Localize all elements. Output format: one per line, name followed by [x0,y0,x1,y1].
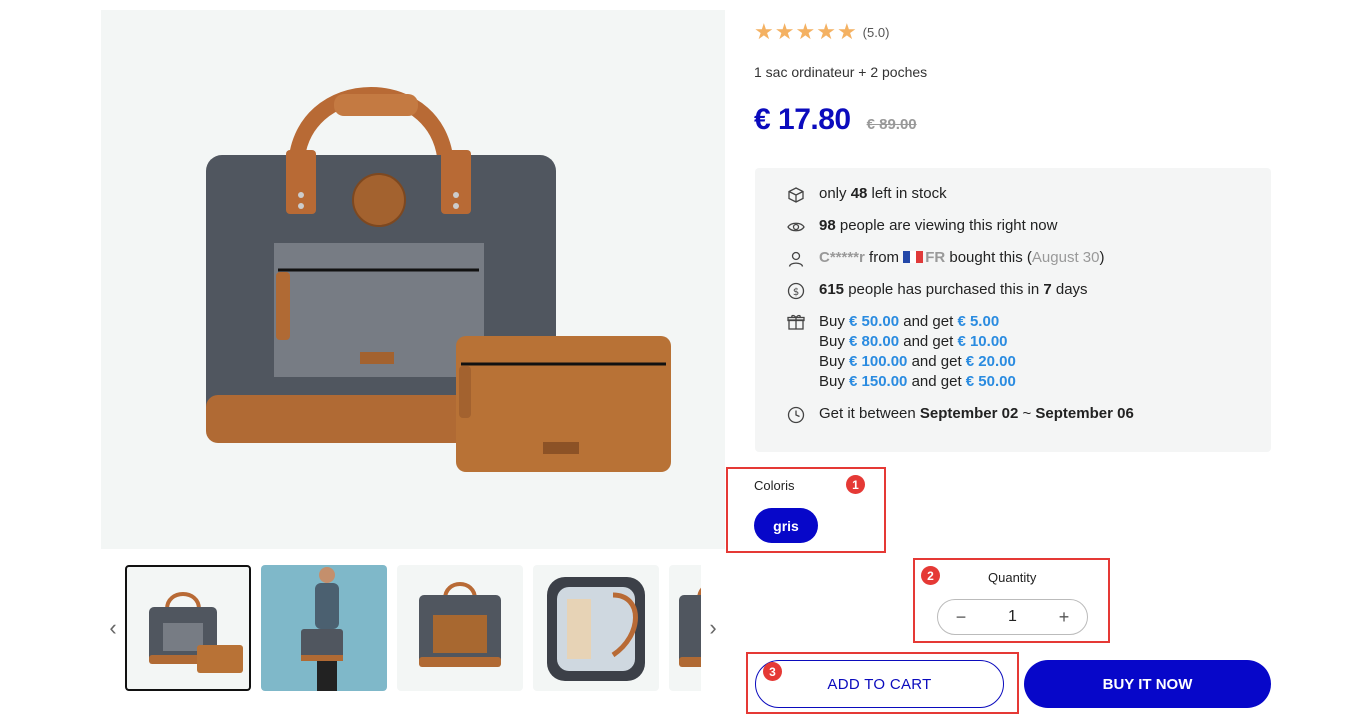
promo-get: and get [907,353,966,370]
stock-count: 48 [850,185,868,202]
variant-option-gris[interactable]: gris [754,508,818,543]
buyer-name: C*****r [819,249,865,266]
purchase-date: August 30 [1031,249,1100,266]
star-icon: ★ [774,19,795,44]
thumbnail-3[interactable] [397,565,523,691]
svg-text:$: $ [793,287,799,298]
promo-amount: € 150.00 [849,373,908,390]
thumbnail-strip: ‹ › [101,565,725,691]
purchased-info: $ 615 people has purchased this in 7 day… [787,281,1088,300]
quantity-stepper: − 1 + [937,599,1088,635]
recent-bought: bought this ( [945,249,1032,266]
clock-icon [787,406,805,424]
france-flag-icon [903,251,924,263]
purchased-post: days [1051,281,1088,298]
recent-end: ) [1099,249,1105,266]
quantity-decrease-button[interactable]: − [938,600,984,634]
purchased-text: people has purchased this in [844,281,1044,298]
viewers-text: people are viewing this right now [835,217,1058,234]
delivery-sep: ~ [1018,405,1036,422]
recent-from: from [864,249,904,266]
buy-now-button[interactable]: BUY IT NOW [1024,660,1271,708]
promo-reward: € 5.00 [957,313,1000,330]
purchased-count: 615 [819,281,845,298]
box-icon [788,187,804,203]
product-main-image[interactable] [101,10,725,549]
promo-buy: Buy [819,333,850,350]
annotation-marker-1: 1 [846,475,865,494]
promo-line: Buy € 150.00 and get € 50.00 [819,372,1016,392]
promo-line: Buy € 100.00 and get € 20.00 [819,352,1016,372]
promo-reward: € 10.00 [957,333,1008,350]
gift-icon [787,314,805,330]
quantity-value[interactable]: 1 [984,608,1041,626]
product-price: € 17.80 [754,103,851,136]
buyer-country: FR [925,249,946,266]
promo-get: and get [899,333,958,350]
quantity-increase-button[interactable]: + [1041,600,1087,634]
compare-price: € 89.00 [866,116,917,133]
annotation-marker-2: 2 [921,566,940,585]
quantity-label: Quantity [988,570,1037,585]
promo-info: Buy € 50.00 and get € 5.00 Buy € 80.00 a… [787,312,1016,392]
rating-value: (5.0) [862,24,890,40]
chevron-right-icon[interactable]: › [701,565,725,691]
promo-list: Buy € 50.00 and get € 5.00 Buy € 80.00 a… [819,312,1016,392]
star-icon: ★ [795,19,816,44]
annotation-marker-3: 3 [763,662,782,681]
user-icon [788,251,804,267]
stock-text-pre: only [819,185,851,202]
add-to-cart-button[interactable]: ADD TO CART [755,660,1004,708]
delivery-end: September 06 [1035,405,1134,422]
promo-buy: Buy [819,353,850,370]
star-icon: ★ [754,19,774,44]
price-row: € 17.80 € 89.00 [754,103,917,137]
rating-stars: ★ ★ ★ ★ ★ [754,21,857,43]
promo-line: Buy € 50.00 and get € 5.00 [819,312,1016,332]
promo-buy: Buy [819,313,850,330]
delivery-pre: Get it between [819,405,920,422]
product-rating: ★ ★ ★ ★ ★ (5.0) [754,21,889,43]
viewers-count: 98 [819,217,836,234]
promo-reward: € 20.00 [965,353,1016,370]
thumbnail-viewport [125,565,701,691]
purchased-days: 7 [1043,281,1052,298]
delivery-info: Get it between September 02 ~ September … [787,405,1134,424]
promo-buy: Buy [819,373,850,390]
product-info-box: only 48 left in stock 98 people are view… [755,168,1271,452]
promo-get: and get [907,373,966,390]
promo-amount: € 80.00 [849,333,900,350]
stock-text-post: left in stock [867,185,947,202]
chevron-left-icon[interactable]: ‹ [101,565,125,691]
eye-icon [787,222,805,232]
thumbnail-1[interactable] [125,565,251,691]
stock-info: only 48 left in stock [787,185,947,204]
delivery-start: September 02 [919,405,1019,422]
thumbnail-4[interactable] [533,565,659,691]
star-icon: ★ [836,19,857,44]
promo-amount: € 50.00 [849,313,900,330]
promo-amount: € 100.00 [849,353,908,370]
promo-reward: € 50.00 [965,373,1016,390]
product-subtitle: 1 sac ordinateur + 2 poches [754,64,928,80]
dollar-icon: $ [787,282,805,300]
promo-line: Buy € 80.00 and get € 10.00 [819,332,1016,352]
thumbnail-5[interactable] [669,565,701,691]
star-icon: ★ [816,19,836,44]
thumbnail-2[interactable] [261,565,387,691]
promo-get: and get [899,313,958,330]
variant-label: Coloris [754,478,795,493]
viewers-info: 98 people are viewing this right now [787,217,1057,236]
recent-purchase-info: C*****r from FR bought this (August 30) [787,249,1104,268]
